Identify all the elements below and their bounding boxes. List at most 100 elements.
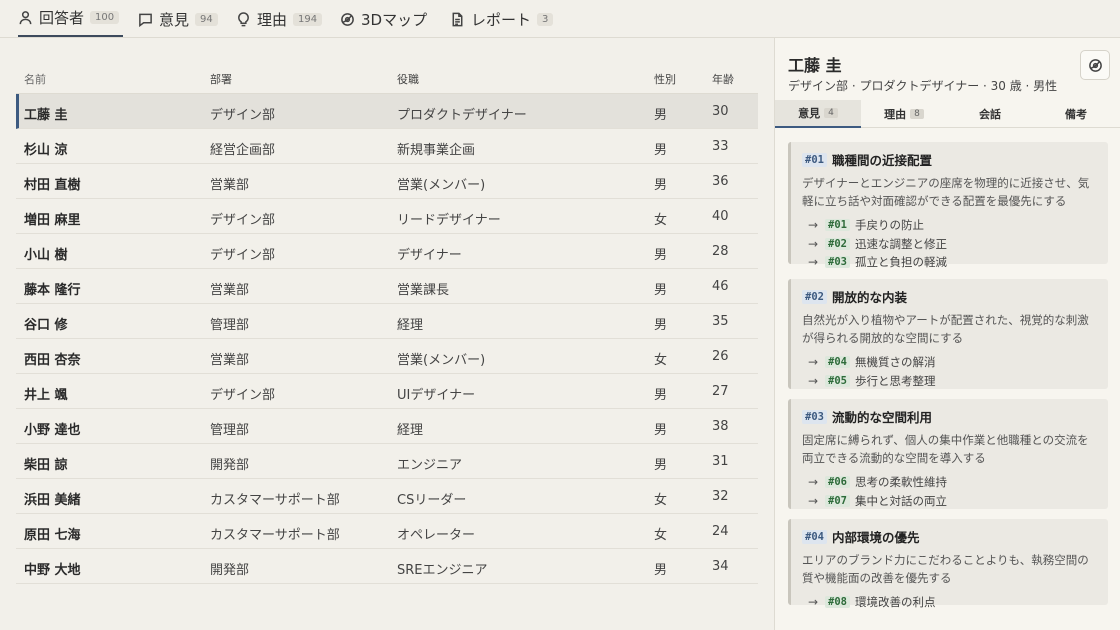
opinion-card[interactable]: #03 流動的な空間利用固定席に縛られず、個人の集中作業と他職種との交流を両立でき…	[788, 399, 1108, 509]
cell-gender: 男	[654, 423, 668, 438]
tab-label: レポート	[471, 10, 532, 29]
cell-department: デザイン部	[210, 248, 276, 263]
table-row[interactable]: 杉山 涼 経営企画部 新規事業企画 男 33	[16, 129, 758, 164]
cell-age: 27	[712, 384, 729, 399]
cell-role: オペレーター	[397, 528, 476, 543]
detail-tab-count: 4	[824, 108, 838, 118]
tab-respondents[interactable]: 回答者 100	[18, 0, 124, 37]
cell-name: 柴田 諒	[24, 458, 68, 473]
detail-tab-conversation[interactable]: 会話	[947, 100, 1033, 128]
arrow-right-icon: →	[808, 373, 819, 388]
table-row[interactable]: 柴田 諒 開発部 エンジニア 男 31	[16, 444, 758, 479]
tab-reasons[interactable]: 理由 194	[236, 0, 323, 38]
reason-link[interactable]: → #01 手戻りの防止	[802, 216, 1098, 235]
opinion-title: 職種間の近接配置	[831, 153, 932, 168]
cell-name: 村田 直樹	[24, 178, 81, 193]
opinion-id-badge: #04	[802, 529, 827, 544]
cell-gender: 男	[654, 248, 668, 263]
cell-gender: 男	[654, 143, 668, 158]
cell-gender: 男	[654, 283, 668, 298]
header-age[interactable]: 年齢	[712, 71, 734, 87]
table-row[interactable]: 中野 大地 開発部 SREエンジニア 男 34	[16, 549, 758, 584]
reason-link[interactable]: → #06 思考の柔軟性維持	[802, 473, 1098, 492]
reason-link[interactable]: → #03 孤立と負担の軽減	[802, 253, 1098, 272]
table-row[interactable]: 小山 樹 デザイン部 デザイナー 男 28	[16, 234, 758, 269]
detail-tab-reasons[interactable]: 理由 8	[861, 100, 947, 128]
opinion-card[interactable]: #04 内部環境の優先エリアのブランド力にこだわることよりも、執務空間の質や機能面…	[788, 519, 1108, 609]
tab-opinions[interactable]: 意見 94	[138, 0, 218, 38]
cell-role: 経理	[397, 318, 424, 333]
header-gender[interactable]: 性別	[654, 71, 676, 87]
reason-id-badge: #03	[825, 256, 850, 269]
reason-text: 孤立と負担の軽減	[854, 255, 947, 270]
opinion-description: エリアのブランド力にこだわることよりも、執務空間の質や機能面の改善を優先する	[802, 553, 1089, 585]
cell-name: 藤本 隆行	[24, 283, 81, 298]
reason-id-badge: #07	[825, 494, 850, 507]
tab-3d-map[interactable]: 3Dマップ	[340, 0, 427, 38]
reason-list: → #06 思考の柔軟性維持 → #07 集中と対話の両立	[802, 473, 1098, 510]
cell-gender: 女	[654, 213, 668, 228]
cell-department: 開発部	[210, 458, 250, 473]
cell-role: SREエンジニア	[397, 563, 488, 578]
cell-gender: 女	[654, 353, 668, 368]
cell-department: デザイン部	[210, 213, 276, 228]
cell-name: 小山 樹	[24, 248, 68, 263]
reason-link[interactable]: → #05 歩行と思考整理	[802, 372, 1098, 391]
cell-department: 管理部	[210, 318, 250, 333]
reason-link[interactable]: → #08 環境改善の利点	[802, 593, 1098, 612]
cell-gender: 男	[654, 318, 668, 333]
table-row[interactable]: 谷口 修 管理部 経理 男 35	[16, 304, 758, 339]
person-icon	[19, 11, 32, 25]
tab-count-badge: 100	[90, 11, 120, 24]
document-icon	[452, 12, 463, 26]
table-row[interactable]: 工藤 圭 デザイン部 プロダクトデザイナー 男 30	[16, 94, 758, 129]
opinion-header: #01 職種間の近接配置	[802, 150, 1098, 169]
table-row[interactable]: 村田 直樹 営業部 営業(メンバー) 男 36	[16, 164, 758, 199]
cell-department: 開発部	[210, 563, 250, 578]
reason-text: 環境改善の利点	[854, 595, 936, 610]
opinion-id-badge: #01	[802, 152, 827, 167]
header-department[interactable]: 部署	[210, 71, 232, 87]
reason-link[interactable]: → #04 無機質さの解消	[802, 353, 1098, 372]
table-row[interactable]: 増田 麻里 デザイン部 リードデザイナー 女 40	[16, 199, 758, 234]
cell-department: カスタマーサポート部	[210, 493, 340, 508]
opinion-title: 内部環境の優先	[831, 530, 920, 545]
table-row[interactable]: 原田 七海 カスタマーサポート部 オペレーター 女 24	[16, 514, 758, 549]
opinion-card[interactable]: #02 開放的な内装 自然光が入り植物やアートが配置された、視覚的な刺激が得られる開…	[788, 279, 1108, 389]
reason-text: 集中と対話の両立	[854, 493, 947, 508]
cell-gender: 男	[654, 178, 668, 193]
table-row[interactable]: 小野 達也 管理部 経理 男 38	[16, 409, 758, 444]
map-locate-button[interactable]	[1080, 50, 1110, 80]
chat-icon	[139, 13, 152, 27]
cell-name: 中野 大地	[24, 563, 81, 578]
cell-role: プロダクトデザイナー	[397, 108, 527, 123]
opinion-header: #02 開放的な内装	[802, 287, 1098, 306]
opinion-description: 固定席に縛られず、個人の集中作業と他職種との交流を両立できる流動的な空間を導入す…	[802, 433, 1089, 465]
table-row[interactable]: 藤本 隆行 営業部 営業課長 男 46	[16, 269, 758, 304]
table-row[interactable]: 井上 颯 デザイン部 UIデザイナー 男 27	[16, 374, 758, 409]
reason-id-badge: #06	[825, 476, 850, 489]
cell-age: 32	[712, 489, 729, 504]
reason-id-badge: #02	[825, 237, 850, 250]
cell-age: 33	[712, 139, 729, 154]
reason-text: 無機質さの解消	[854, 355, 936, 370]
header-role[interactable]: 役職	[397, 71, 419, 87]
detail-tab-notes[interactable]: 備考	[1033, 100, 1119, 128]
reason-link[interactable]: → #02 迅速な調整と修正	[802, 235, 1098, 254]
detail-tab-count: 8	[910, 109, 924, 119]
opinion-card[interactable]: #01 職種間の近接配置 デザイナーとエンジニアの座席を物理的に近接させ、気軽に立ち…	[788, 142, 1108, 269]
opinion-id-badge: #03	[802, 409, 827, 424]
reason-link[interactable]: → #07 集中と対話の両立	[802, 492, 1098, 511]
table-row[interactable]: 浜田 美緒 カスタマーサポート部 CSリーダー 女 32	[16, 479, 758, 514]
arrow-right-icon: →	[808, 355, 819, 370]
cell-name: 増田 麻里	[24, 213, 81, 228]
cell-role: エンジニア	[397, 458, 463, 473]
header-name[interactable]: 名前	[24, 71, 46, 87]
detail-tab-opinions[interactable]: 意見 4	[775, 100, 861, 128]
arrow-right-icon: →	[808, 475, 819, 490]
table-row[interactable]: 西田 杏奈 営業部 営業(メンバー) 女 26	[16, 339, 758, 374]
tab-report[interactable]: レポート 3	[450, 0, 554, 38]
cell-department: 営業部	[210, 178, 250, 193]
opinion-title: 流動的な空間利用	[831, 410, 932, 425]
orbit-icon	[1088, 58, 1102, 72]
